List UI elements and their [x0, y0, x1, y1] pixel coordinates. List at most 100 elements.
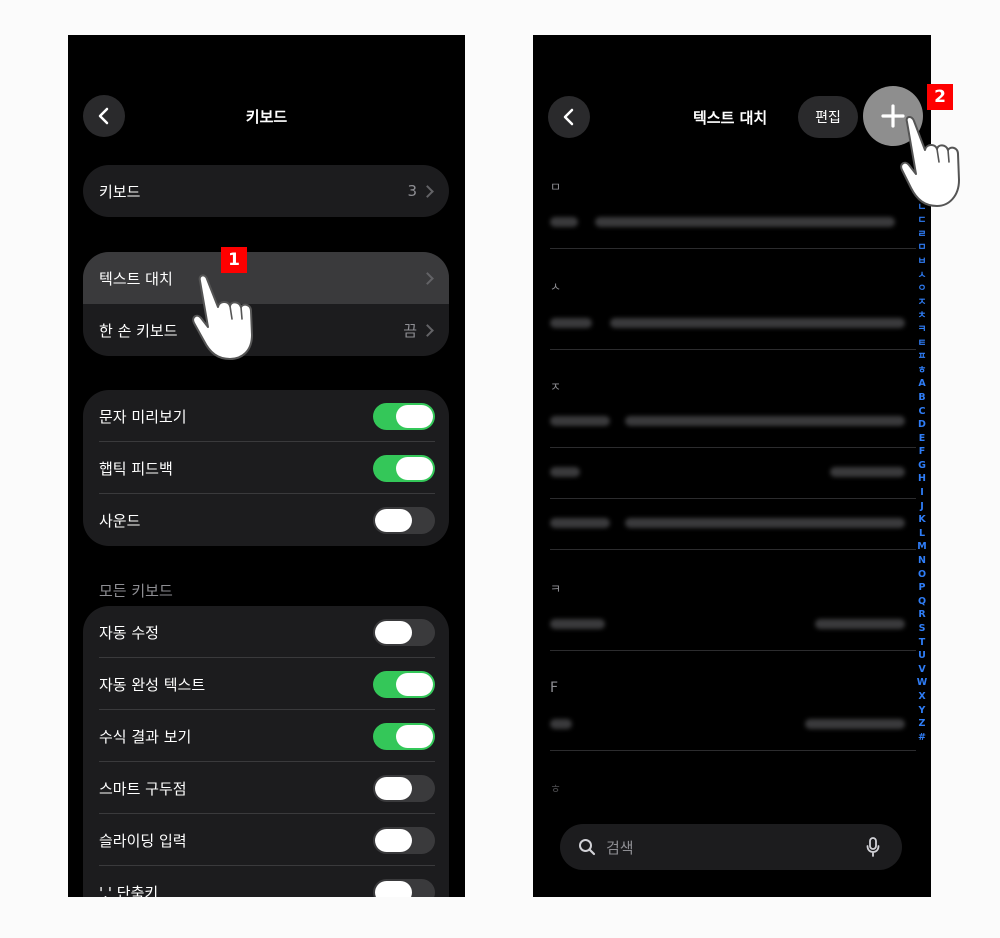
list-item[interactable]: [550, 500, 916, 550]
slide-to-type-toggle[interactable]: [373, 826, 435, 854]
index-letter[interactable]: O: [918, 568, 926, 582]
text-group: 텍스트 대치 한 손 키보드 끔: [83, 252, 449, 356]
index-letter[interactable]: C: [919, 405, 926, 419]
chevron-right-icon: [421, 184, 434, 198]
haptic-feedback-toggle[interactable]: [373, 454, 435, 482]
index-letter[interactable]: ㅋ: [918, 323, 927, 337]
row-label: 자동 수정: [99, 623, 159, 642]
index-letter[interactable]: L: [919, 527, 925, 541]
step-badge: 2: [927, 84, 953, 110]
index-letter[interactable]: ㅌ: [918, 337, 927, 351]
index-letter[interactable]: ㅂ: [918, 255, 927, 269]
toggle-row: 문자 미리보기: [83, 390, 449, 442]
edit-button[interactable]: 편집: [798, 96, 858, 138]
sound-toggle[interactable]: [373, 506, 435, 534]
index-letter[interactable]: #: [918, 731, 926, 745]
toggle-row: 사운드: [83, 494, 449, 546]
toggle-row: 스마트 구두점: [83, 762, 449, 814]
back-button[interactable]: [548, 96, 590, 138]
index-letter[interactable]: Z: [919, 717, 926, 731]
keyboards-row[interactable]: 키보드 3: [83, 165, 449, 217]
row-label: '.' 단축키: [99, 883, 159, 898]
index-letter[interactable]: K: [918, 513, 925, 527]
index-letter[interactable]: P: [919, 581, 926, 595]
index-letter[interactable]: F: [919, 445, 926, 459]
section-header: ㅁ: [550, 180, 562, 194]
index-letter[interactable]: Y: [919, 704, 926, 718]
list-item[interactable]: [550, 701, 916, 751]
list-item[interactable]: [550, 300, 916, 350]
index-letter[interactable]: X: [918, 690, 925, 704]
auto-correct-toggle[interactable]: [373, 618, 435, 646]
row-label: 문자 미리보기: [99, 407, 187, 426]
microphone-icon[interactable]: [866, 837, 880, 857]
predictive-text-toggle[interactable]: [373, 670, 435, 698]
index-letter[interactable]: ㄷ: [918, 214, 927, 228]
index-letter[interactable]: R: [918, 608, 925, 622]
index-letter[interactable]: ㅇ: [918, 282, 927, 296]
search-placeholder: 검색: [606, 838, 634, 857]
chevron-right-icon: [421, 271, 434, 285]
index-letter[interactable]: T: [919, 636, 925, 650]
section-index[interactable]: ㄱㄴㄷㄹㅁㅂㅅㅇㅈㅊㅋㅌㅍㅎABCDEFGHIJKLMNOPQRSTUVWXYZ…: [915, 187, 929, 744]
page-title: 텍스트 대치: [693, 109, 768, 127]
page-title: 키보드: [245, 108, 288, 126]
toggle-row: 수식 결과 보기: [83, 710, 449, 762]
row-label: 수식 결과 보기: [99, 727, 192, 746]
list-item[interactable]: [550, 601, 916, 651]
all-keyboards-group: 자동 수정 자동 완성 텍스트 수식 결과 보기 스마트 구두점 슬라이딩 입력…: [83, 606, 449, 897]
index-letter[interactable]: ㅍ: [918, 350, 927, 364]
index-letter[interactable]: N: [918, 554, 926, 568]
index-letter[interactable]: S: [919, 622, 926, 636]
tap-hand-icon: [900, 116, 960, 207]
index-letter[interactable]: ㅈ: [918, 296, 927, 310]
index-letter[interactable]: ㅊ: [918, 309, 927, 323]
toggle-row: 자동 완성 텍스트: [83, 658, 449, 710]
row-label: 텍스트 대치: [99, 269, 173, 288]
index-letter[interactable]: E: [919, 432, 926, 446]
index-letter[interactable]: D: [918, 418, 926, 432]
row-label: 키보드: [99, 182, 141, 201]
list-item[interactable]: [550, 449, 916, 499]
text-replacement-screen: 텍스트 대치 편집 ㅁ ㅅ ㅈ ㅋ F ㅎ ㄱㄴㄷㄹㅁㅂㅅㅇㅈㅊㅋㅌㅍㅎABCD…: [533, 35, 931, 897]
row-value: 끔: [403, 321, 417, 340]
index-letter[interactable]: ㅁ: [918, 241, 927, 255]
index-letter[interactable]: V: [918, 663, 925, 677]
row-value: 3: [407, 182, 417, 200]
one-hand-keyboard-row[interactable]: 한 손 키보드 끔: [83, 304, 449, 356]
section-header: 모든 키보드: [99, 582, 173, 600]
list-item[interactable]: [550, 199, 916, 249]
text-replacement-row[interactable]: 텍스트 대치: [83, 252, 449, 304]
index-letter[interactable]: H: [918, 472, 926, 486]
list-item[interactable]: [550, 398, 916, 448]
section-header: ㅎ: [550, 782, 562, 796]
math-results-toggle[interactable]: [373, 722, 435, 750]
index-letter[interactable]: B: [918, 391, 925, 405]
index-letter[interactable]: ㅅ: [918, 269, 927, 283]
index-letter[interactable]: ㄹ: [918, 228, 927, 242]
row-label: 스마트 구두점: [99, 779, 187, 798]
keyboard-settings-screen: 키보드 키보드 3 텍스트 대치 한 손 키보드 끔 문자 미리보기 햅틱 피드…: [68, 35, 465, 897]
row-label: 슬라이딩 입력: [99, 831, 187, 850]
character-preview-toggle[interactable]: [373, 402, 435, 430]
period-shortcut-toggle[interactable]: [373, 878, 435, 897]
index-letter[interactable]: W: [917, 676, 927, 690]
row-label: 자동 완성 텍스트: [99, 675, 206, 694]
tap-hand-icon: [192, 274, 253, 360]
index-letter[interactable]: J: [920, 500, 924, 514]
section-header: ㅅ: [550, 280, 562, 294]
search-field[interactable]: 검색: [560, 824, 902, 870]
index-letter[interactable]: G: [918, 459, 926, 473]
toggle-row: 자동 수정: [83, 606, 449, 658]
smart-punctuation-toggle[interactable]: [373, 774, 435, 802]
section-header: ㅈ: [550, 380, 562, 394]
index-letter[interactable]: A: [918, 377, 925, 391]
index-letter[interactable]: M: [917, 540, 926, 554]
step-badge: 1: [221, 247, 247, 273]
index-letter[interactable]: Q: [918, 595, 926, 609]
row-label: 햅틱 피드백: [99, 459, 173, 478]
index-letter[interactable]: ㅎ: [918, 364, 927, 378]
index-letter[interactable]: I: [920, 486, 924, 500]
section-header: ㅋ: [550, 582, 562, 596]
index-letter[interactable]: U: [918, 649, 926, 663]
